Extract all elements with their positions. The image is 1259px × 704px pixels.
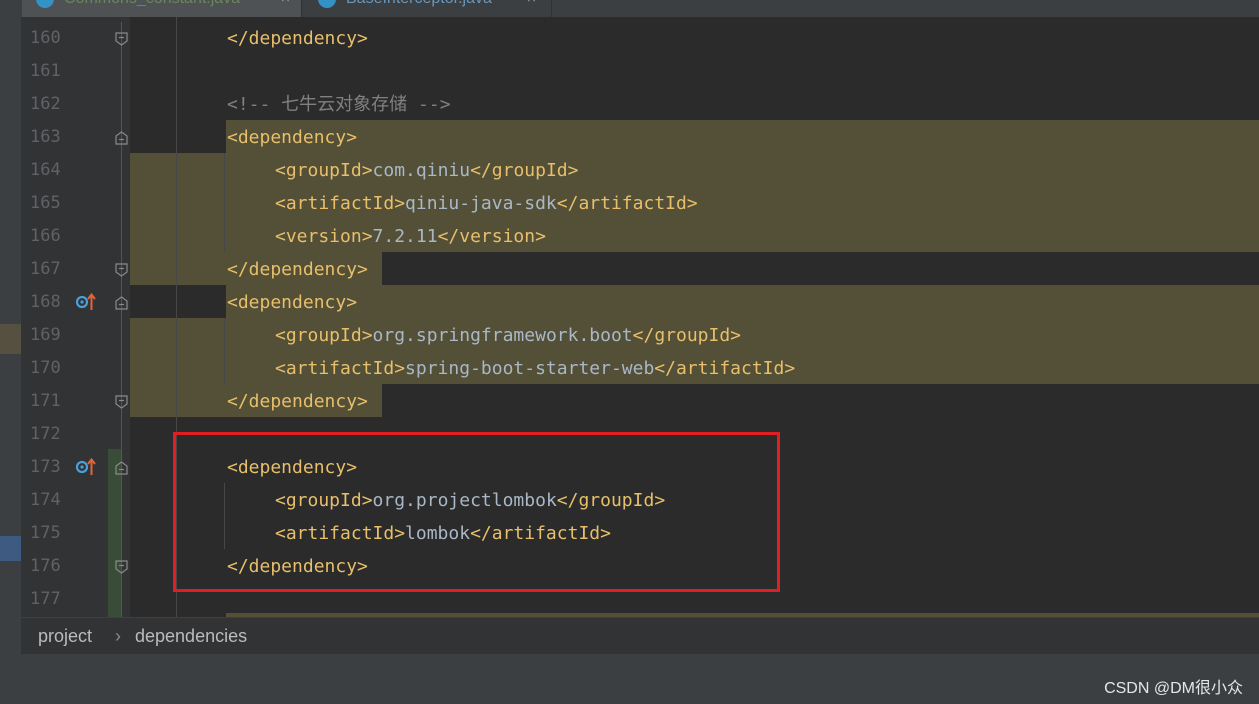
indent-guide [224,318,225,384]
line-number: 164 [30,160,61,180]
code-line-164: <groupId>com.qiniu</groupId> [275,154,578,187]
code-line-171: </dependency> [227,385,368,418]
xml-tag: </artifactId> [556,193,698,214]
code-editor[interactable]: </dependency> <!-- 七牛云对象存储 --> <dependen… [130,17,1259,617]
maven-override-icon[interactable] [75,292,97,312]
xml-tag: <groupId> [275,160,373,181]
xml-tag: </groupId> [632,325,742,346]
gutter-separator [121,22,122,617]
line-number: 169 [30,325,61,345]
line-number: 174 [30,490,61,510]
xml-tag: </groupId> [470,160,579,181]
line-number: 165 [30,193,61,213]
java-class-icon [318,0,336,8]
xml-tag: <dependency> [227,127,358,148]
bottom-panel: CSDN @DM很小众 [0,654,1259,704]
xml-tag: <groupId> [275,325,373,346]
maven-override-icon[interactable] [75,457,97,477]
annotation-highlight-box [173,432,780,592]
left-tool-strip [0,17,21,654]
editor-tab-bar: Commons_constant.java × BaseInterceptor.… [0,0,1259,17]
tab-label: BaseInterceptor.java [346,0,492,12]
close-icon[interactable]: × [526,0,537,11]
xml-tag: </artifactId> [654,358,796,379]
xml-tag: <dependency> [227,292,358,313]
line-number: 172 [30,424,61,444]
side-marker [0,536,21,561]
xml-tag: </dependency> [227,259,368,280]
code-line-167: </dependency> [227,253,368,286]
breadcrumb-item-dependencies[interactable]: dependencies [135,625,247,647]
fold-marker-icon[interactable] [115,395,128,409]
tab-label: Commons_constant.java [64,0,240,12]
xml-comment: <!-- 七牛云对象存储 --> [227,94,451,115]
line-number: 170 [30,358,61,378]
line-number: 163 [30,127,61,147]
side-marker [0,324,21,354]
code-line-165: <artifactId>qiniu-java-sdk</artifactId> [275,187,698,220]
xml-tag: <artifactId> [275,358,406,379]
code-line-162: <!-- 七牛云对象存储 --> [227,88,451,121]
fold-marker-icon[interactable] [115,32,128,46]
line-number: 167 [30,259,61,279]
line-number: 177 [30,589,61,609]
code-line-163: <dependency> [227,121,357,154]
xml-tag: <artifactId> [275,193,406,214]
line-number: 175 [30,523,61,543]
breadcrumb-item-project[interactable]: project [38,625,92,647]
line-number: 176 [30,556,61,576]
xml-tag: </version> [437,226,546,247]
xml-tag: </dependency> [227,391,368,412]
xml-tag: <version> [275,226,373,247]
indent-guide [224,153,225,252]
xml-value: qiniu-java-sdk [405,193,557,214]
fold-marker-icon[interactable] [115,461,128,475]
fold-marker-icon[interactable] [115,560,128,574]
usage-highlight [226,285,1259,318]
breadcrumb: project › dependencies [21,617,1259,654]
fold-marker-icon[interactable] [115,296,128,310]
java-class-icon [36,0,54,8]
xml-value: spring-boot-starter-web [405,358,655,379]
line-number: 161 [30,61,61,81]
code-line-166: <version>7.2.11</version> [275,220,546,253]
tab-base-interceptor[interactable]: BaseInterceptor.java × [304,0,552,17]
code-line-168: <dependency> [227,286,357,319]
xml-value: com.qiniu [372,160,471,181]
line-number: 162 [30,94,61,114]
line-number: 171 [30,391,61,411]
tab-commons-constant[interactable]: Commons_constant.java × [22,0,302,17]
xml-value: 7.2.11 [372,226,438,247]
breadcrumb-separator: › [115,626,121,646]
fold-marker-icon[interactable] [115,263,128,277]
code-line-170: <artifactId>spring-boot-starter-web</art… [275,352,795,385]
usage-highlight [226,120,1259,153]
watermark: CSDN @DM很小众 [1104,680,1243,697]
close-icon[interactable]: × [280,0,291,11]
code-line-160: </dependency> [227,22,368,55]
code-line-169: <groupId>org.springframework.boot</group… [275,319,741,352]
line-number: 166 [30,226,61,246]
fold-marker-icon[interactable] [115,131,128,145]
xml-value: org.springframework.boot [372,325,633,346]
xml-tag: </dependency> [227,28,368,49]
line-number: 160 [30,28,61,48]
